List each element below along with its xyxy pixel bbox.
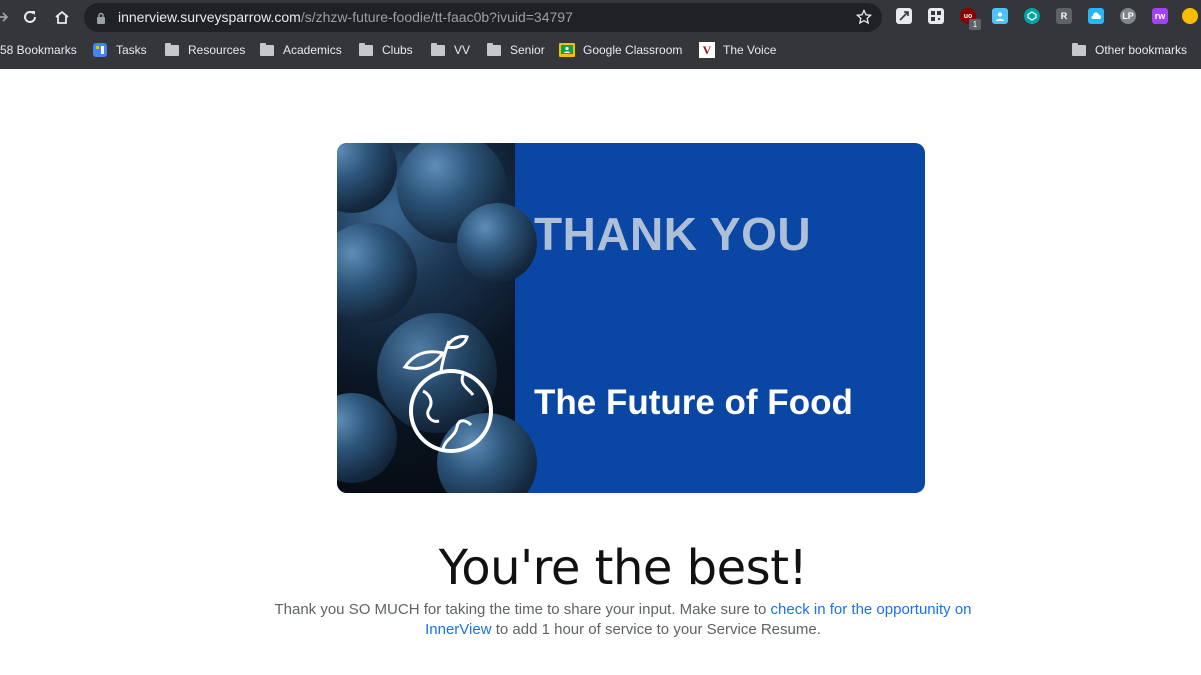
address-bar[interactable]: innerview.surveysparrow.com/s/zhzw-futur…	[84, 3, 882, 32]
profile-avatar[interactable]	[1182, 8, 1198, 24]
bookmark-label: Academics	[283, 43, 342, 57]
url-path: /s/zhzw-future-foodie/tt-faac0b?ivuid=34…	[300, 9, 573, 25]
earth-sprout-icon	[402, 335, 493, 453]
bookmark-google-classroom[interactable]: Google Classroom	[559, 42, 682, 58]
bookmark-tasks[interactable]: Tasks	[92, 42, 147, 58]
vpn-icon[interactable]	[1024, 8, 1040, 24]
reload-icon[interactable]	[18, 5, 42, 29]
lp-icon-glyph: LP	[1122, 11, 1134, 21]
folder-icon	[358, 42, 374, 58]
the-voice-icon: V	[699, 42, 715, 58]
bookmark-58-bookmarks[interactable]: 58 Bookmarks	[0, 42, 77, 58]
message-text-before: Thank you SO MUCH for taking the time to…	[274, 601, 771, 618]
url-text[interactable]: innerview.surveysparrow.com/s/zhzw-futur…	[118, 9, 573, 25]
cloud-icon[interactable]	[1088, 8, 1104, 24]
thank-you-banner: THANK YOU The Future of Food	[337, 143, 925, 493]
home-icon[interactable]	[50, 5, 74, 29]
browser-toolbar: innerview.surveysparrow.com/s/zhzw-futur…	[0, 0, 1201, 35]
browser-chrome: innerview.surveysparrow.com/s/zhzw-futur…	[0, 0, 1201, 69]
rw-icon-glyph: rw	[1154, 11, 1166, 21]
forward-icon[interactable]	[0, 5, 14, 29]
bookmark-label: Tasks	[116, 43, 147, 57]
bookmark-label: Resources	[188, 43, 246, 57]
qr-extension-icon[interactable]	[928, 8, 944, 24]
rw-icon[interactable]: rw	[1152, 8, 1168, 24]
tasks-icon	[92, 42, 108, 58]
bookmark-the-voice[interactable]: V The Voice	[699, 42, 776, 58]
bookmark-label: Clubs	[382, 43, 413, 57]
page-headline: You're the best!	[438, 540, 808, 596]
folder-icon	[430, 42, 446, 58]
folder-icon	[1071, 42, 1087, 58]
bookmark-resources[interactable]: Resources	[164, 42, 245, 58]
bookmark-label: Senior	[510, 43, 545, 57]
google-classroom-icon	[559, 42, 575, 58]
folder-icon	[486, 42, 502, 58]
bookmark-label: VV	[454, 43, 471, 57]
lp-icon[interactable]: LP	[1120, 8, 1136, 24]
blueberries-photo	[337, 143, 537, 493]
bookmark-clubs[interactable]: Clubs	[358, 42, 413, 58]
bookmark-label: Other bookmarks	[1095, 43, 1188, 57]
message-text-after: to add 1 hour of service to your Service…	[491, 621, 821, 638]
bookmark-academics[interactable]: Academics	[259, 42, 342, 58]
bookmark-label: 58 Bookmarks	[0, 43, 77, 57]
bookmark-vv[interactable]: VV	[430, 42, 470, 58]
folder-icon	[164, 42, 180, 58]
bookmarks-bar: 58 Bookmarks Tasks Resources Academics C…	[0, 38, 1201, 62]
r-icon-glyph: R	[1060, 11, 1068, 21]
bookmark-other-bookmarks[interactable]: Other bookmarks	[1071, 42, 1187, 58]
banner-title: THANK YOU	[534, 208, 812, 260]
r-icon[interactable]: R	[1056, 8, 1072, 24]
bookmark-senior[interactable]: Senior	[486, 42, 545, 58]
extension-badge: 1	[969, 19, 981, 30]
bookmark-star-icon[interactable]	[855, 8, 873, 30]
pdf-extension-icon[interactable]	[896, 8, 912, 24]
banner-subtitle: The Future of Food	[534, 383, 853, 422]
url-host: innerview.surveysparrow.com	[118, 9, 301, 25]
thank-you-message: Thank you SO MUCH for taking the time to…	[245, 600, 1001, 640]
bookmark-label: The Voice	[723, 43, 777, 57]
lock-icon[interactable]	[96, 11, 106, 29]
bookmark-label: Google Classroom	[583, 43, 683, 57]
folder-icon	[259, 42, 275, 58]
screen-share-icon[interactable]	[992, 8, 1008, 24]
